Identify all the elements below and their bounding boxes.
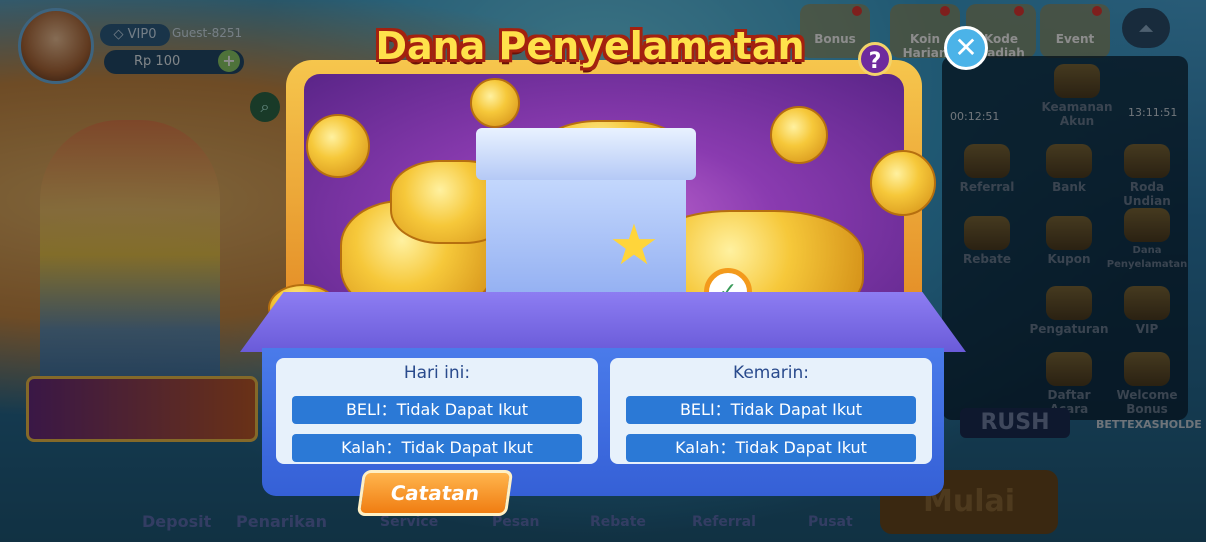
loss-label: Kalah： <box>341 438 402 457</box>
star-icon: ★ <box>608 213 660 278</box>
yesterday-card: Kemarin: BELI：Tidak Dapat Ikut Kalah：Tid… <box>610 358 932 464</box>
gift-box-lid <box>476 128 696 180</box>
yesterday-loss-row: Kalah：Tidak Dapat Ikut <box>626 434 916 462</box>
coin-icon <box>770 106 828 164</box>
loss-value: Tidak Dapat Ikut <box>735 438 867 457</box>
modal-shelf <box>240 292 966 352</box>
help-icon[interactable]: ? <box>858 42 892 76</box>
close-icon[interactable]: ✕ <box>944 26 988 70</box>
coin-icon <box>306 114 370 178</box>
today-loss-row: Kalah：Tidak Dapat Ikut <box>292 434 582 462</box>
buy-label: BELI： <box>345 400 397 419</box>
yesterday-buy-row: BELI：Tidak Dapat Ikut <box>626 396 916 424</box>
coin-icon <box>870 150 936 216</box>
buy-value: Tidak Dapat Ikut <box>730 400 863 419</box>
modal-title: Dana Penyelamatan <box>375 24 805 68</box>
loss-label: Kalah： <box>675 438 736 457</box>
yesterday-header: Kemarin: <box>733 363 809 383</box>
buy-label: BELI： <box>679 400 731 419</box>
notes-button[interactable]: Catatan <box>356 470 514 516</box>
today-header: Hari ini: <box>403 363 471 383</box>
today-card: Hari ini: BELI：Tidak Dapat Ikut Kalah：Ti… <box>276 358 598 464</box>
coin-icon <box>470 78 520 128</box>
today-buy-row: BELI：Tidak Dapat Ikut <box>292 396 582 424</box>
loss-value: Tidak Dapat Ikut <box>401 438 533 457</box>
buy-value: Tidak Dapat Ikut <box>396 400 529 419</box>
